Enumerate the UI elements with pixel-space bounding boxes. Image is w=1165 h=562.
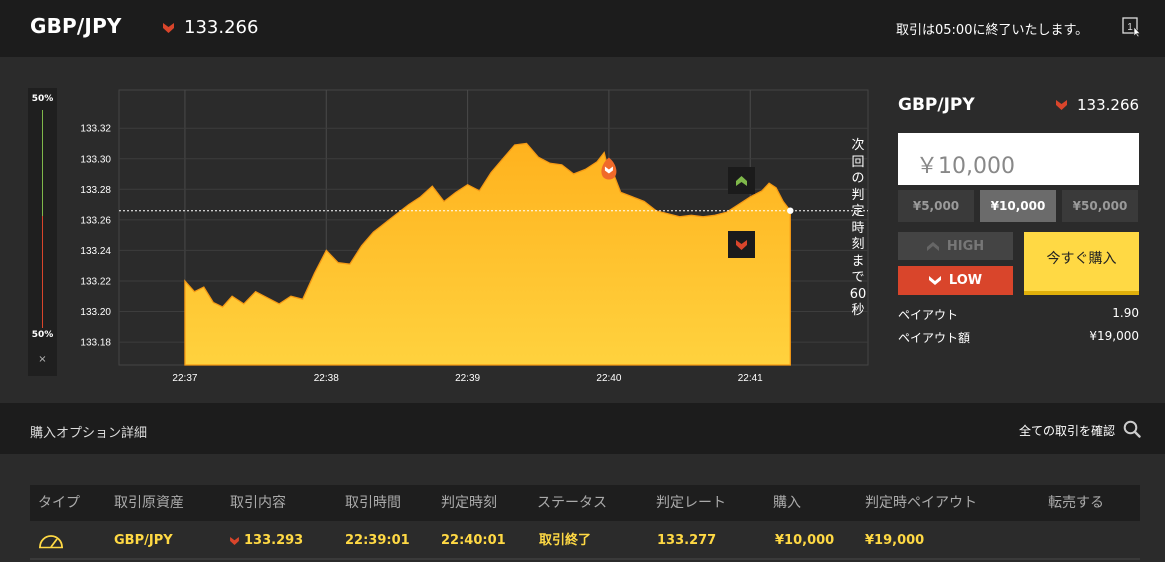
amount-chip-10000[interactable]: ¥10,000 bbox=[980, 190, 1056, 222]
payout-label: ペイアウト bbox=[898, 308, 959, 322]
high-ratio-label: 50% bbox=[31, 94, 54, 104]
y-tick-label: 133.18 bbox=[80, 338, 111, 349]
sentiment-ratio-bar: 50% 50% × bbox=[28, 88, 57, 376]
y-tick-label: 133.26 bbox=[80, 215, 111, 226]
down-arrow-icon bbox=[928, 276, 941, 285]
table-row[interactable]: GBP/JPY 133.293 22:39:01 22:40:01 取引終了 1… bbox=[30, 521, 1140, 560]
current-rate-value: 133.266 bbox=[184, 17, 259, 38]
col-payout: 判定時ペイアウト bbox=[865, 495, 977, 511]
closing-notice: 取引は05:00に終了いたします。 bbox=[896, 23, 1089, 38]
col-judge-time: 判定時刻 bbox=[441, 495, 497, 511]
x-tick-label: 22:40 bbox=[596, 373, 621, 384]
counter-value: 1 bbox=[1127, 22, 1133, 33]
table-header: タイプ 取引原資産 取引内容 取引時間 判定時刻 ステータス 判定レート 購入 … bbox=[30, 485, 1140, 521]
trade-rate: 133.266 bbox=[1056, 96, 1139, 114]
y-tick-label: 133.28 bbox=[80, 185, 111, 196]
next-judgement-countdown: 次回の判定時刻まで60秒 bbox=[849, 138, 867, 318]
amount-chip-50000[interactable]: ¥50,000 bbox=[1062, 190, 1138, 222]
y-tick-label: 133.24 bbox=[80, 246, 111, 257]
payout-value: 1.90 bbox=[1112, 306, 1139, 320]
x-tick-label: 22:39 bbox=[455, 373, 480, 384]
low-ratio-label: 50% bbox=[31, 330, 54, 340]
down-arrow-icon bbox=[230, 536, 239, 545]
row-asset: GBP/JPY bbox=[114, 533, 173, 548]
row-status: 取引終了 bbox=[539, 533, 592, 548]
down-arrow-icon bbox=[736, 239, 747, 250]
low-ratio-line bbox=[42, 216, 43, 328]
y-tick-label: 133.32 bbox=[80, 124, 111, 135]
payout-amount-value: ¥19,000 bbox=[1089, 329, 1139, 343]
y-tick-label: 133.30 bbox=[80, 154, 111, 165]
x-tick-label: 22:37 bbox=[172, 373, 197, 384]
payout-row: ペイアウト 1.90 bbox=[898, 306, 1139, 323]
trade-asset-pair: GBP/JPY bbox=[898, 95, 975, 115]
col-judge-rate: 判定レート bbox=[656, 495, 726, 511]
col-purchase: 購入 bbox=[773, 495, 801, 511]
high-button-label: HIGH bbox=[946, 238, 985, 254]
amount-chip-5000[interactable]: ¥5,000 bbox=[898, 190, 974, 222]
high-ratio-line bbox=[42, 110, 43, 216]
col-status: ステータス bbox=[537, 495, 607, 511]
col-type: タイプ bbox=[38, 495, 80, 511]
counter-cursor-icon[interactable]: 1 bbox=[1122, 17, 1142, 37]
purchase-details-bar: 購入オプション詳細 全ての取引を確認 bbox=[0, 403, 1165, 454]
payout-amount-label: ペイアウト額 bbox=[898, 331, 971, 345]
current-rate: 133.266 bbox=[163, 17, 258, 38]
row-judge-rate: 133.277 bbox=[657, 533, 717, 548]
trade-table: タイプ 取引原資産 取引内容 取引時間 判定時刻 ステータス 判定レート 購入 … bbox=[30, 485, 1140, 560]
low-button-label: LOW bbox=[948, 273, 983, 288]
purchase-details-title: 購入オプション詳細 bbox=[30, 426, 148, 441]
up-arrow-icon bbox=[926, 241, 939, 251]
buy-now-button[interactable]: 今すぐ購入 bbox=[1024, 232, 1139, 295]
top-bar: GBP/JPY 133.266 取引は05:00に終了いたします。 1 bbox=[0, 0, 1165, 57]
y-tick-label: 133.20 bbox=[80, 307, 111, 318]
trade-rate-value: 133.266 bbox=[1077, 96, 1140, 114]
row-judge-time: 22:40:01 bbox=[441, 533, 506, 548]
amount-input[interactable]: ￥10,000 bbox=[898, 133, 1139, 185]
low-button[interactable]: LOW bbox=[898, 266, 1013, 295]
y-tick-label: 133.22 bbox=[80, 276, 111, 287]
x-tick-label: 22:41 bbox=[738, 373, 763, 384]
high-button[interactable]: HIGH bbox=[898, 232, 1013, 260]
col-resell: 転売する bbox=[1048, 495, 1104, 511]
chart-low-button[interactable] bbox=[728, 231, 755, 258]
current-rate-point bbox=[787, 207, 794, 214]
asset-pair-title: GBP/JPY bbox=[30, 14, 122, 38]
col-time: 取引時間 bbox=[345, 495, 401, 511]
row-content-value: 133.293 bbox=[244, 533, 304, 548]
row-payout: ¥19,000 bbox=[865, 533, 925, 548]
chart-high-button[interactable] bbox=[728, 167, 755, 194]
down-arrow-icon bbox=[163, 22, 174, 33]
row-purchase: ¥10,000 bbox=[775, 533, 835, 548]
down-arrow-icon bbox=[1056, 100, 1067, 110]
row-time: 22:39:01 bbox=[345, 533, 410, 548]
x-tick-label: 22:38 bbox=[314, 373, 339, 384]
col-content: 取引内容 bbox=[230, 495, 286, 511]
highlow-type-icon bbox=[38, 531, 64, 549]
col-asset: 取引原資産 bbox=[114, 495, 184, 511]
ratio-close-button[interactable]: × bbox=[28, 354, 57, 365]
row-content: 133.293 bbox=[230, 521, 303, 560]
up-arrow-icon bbox=[736, 175, 747, 186]
search-icon[interactable] bbox=[1123, 420, 1141, 438]
payout-amount-row: ペイアウト額 ¥19,000 bbox=[898, 329, 1139, 346]
view-all-trades-link[interactable]: 全ての取引を確認 bbox=[1019, 422, 1115, 439]
